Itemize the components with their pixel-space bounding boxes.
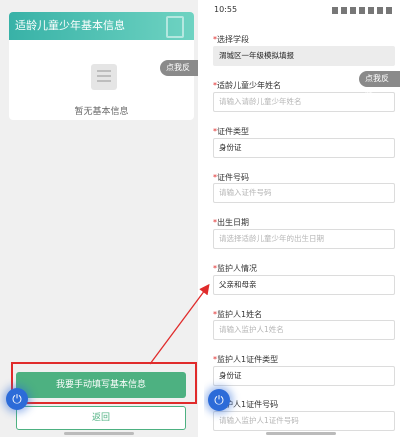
feedback-tab[interactable]: 点我反馈 [160,60,198,88]
id-number-input[interactable]: 请输入证件号码 [213,183,395,203]
field-label-guardian1-name: *监护人1姓名 [213,310,263,319]
right-screen: 10:55 *选择学段 渭城区一年级模拟填报 *适龄儿童少年姓名 请输入请龄儿童… [204,0,400,437]
field-label-child-name: *适龄儿童少年姓名 [213,81,281,90]
home-indicator [266,432,336,435]
status-bar: 10:55 [204,0,400,20]
header-decoration-icon [166,16,184,38]
status-icons [332,7,392,14]
left-screen: 适龄儿童少年基本信息 暂无基本信息 点我反馈 我要手动填写基本信息 返回 ⏻ [0,0,198,437]
feedback-tab-right[interactable]: 点我反馈 [359,71,400,99]
empty-state-text: 暂无基本信息 [74,107,129,117]
card-header-title: 适龄儿童少年基本信息 [15,19,125,32]
status-time: 10:55 [214,5,238,14]
birth-date-picker[interactable]: 请选择适龄儿童少年的出生日期 [213,229,395,249]
power-icon[interactable]: ⏻ [208,389,230,411]
stage-select[interactable]: 渭城区一年级模拟填报 [213,46,395,66]
back-button[interactable]: 返回 [16,406,186,430]
guardian1-name-input[interactable]: 请输入监护人1姓名 [213,320,395,340]
field-label-id-type: *证件类型 [213,127,249,136]
manual-fill-button[interactable]: 我要手动填写基本信息 [16,372,186,398]
guardian-status-select[interactable]: 父亲和母亲 [213,275,395,295]
card-header: 适龄儿童少年基本信息 [9,12,194,40]
power-icon[interactable]: ⏻ [6,388,28,410]
id-type-select[interactable]: 身份证 [213,138,395,158]
home-indicator [64,432,134,435]
empty-document-icon [91,64,117,90]
field-label-birth-date: *出生日期 [213,218,249,227]
field-label-id-number: *证件号码 [213,173,249,182]
guardian1-id-number-input[interactable]: 请输入监护人1证件号码 [213,411,395,431]
field-label-guardian1-id-type: *监护人1证件类型 [213,355,279,364]
guardian1-id-type-select[interactable]: 身份证 [213,366,395,386]
field-label-guardian-status: *监护人情况 [213,264,257,273]
field-label-stage: *选择学段 [213,35,249,44]
